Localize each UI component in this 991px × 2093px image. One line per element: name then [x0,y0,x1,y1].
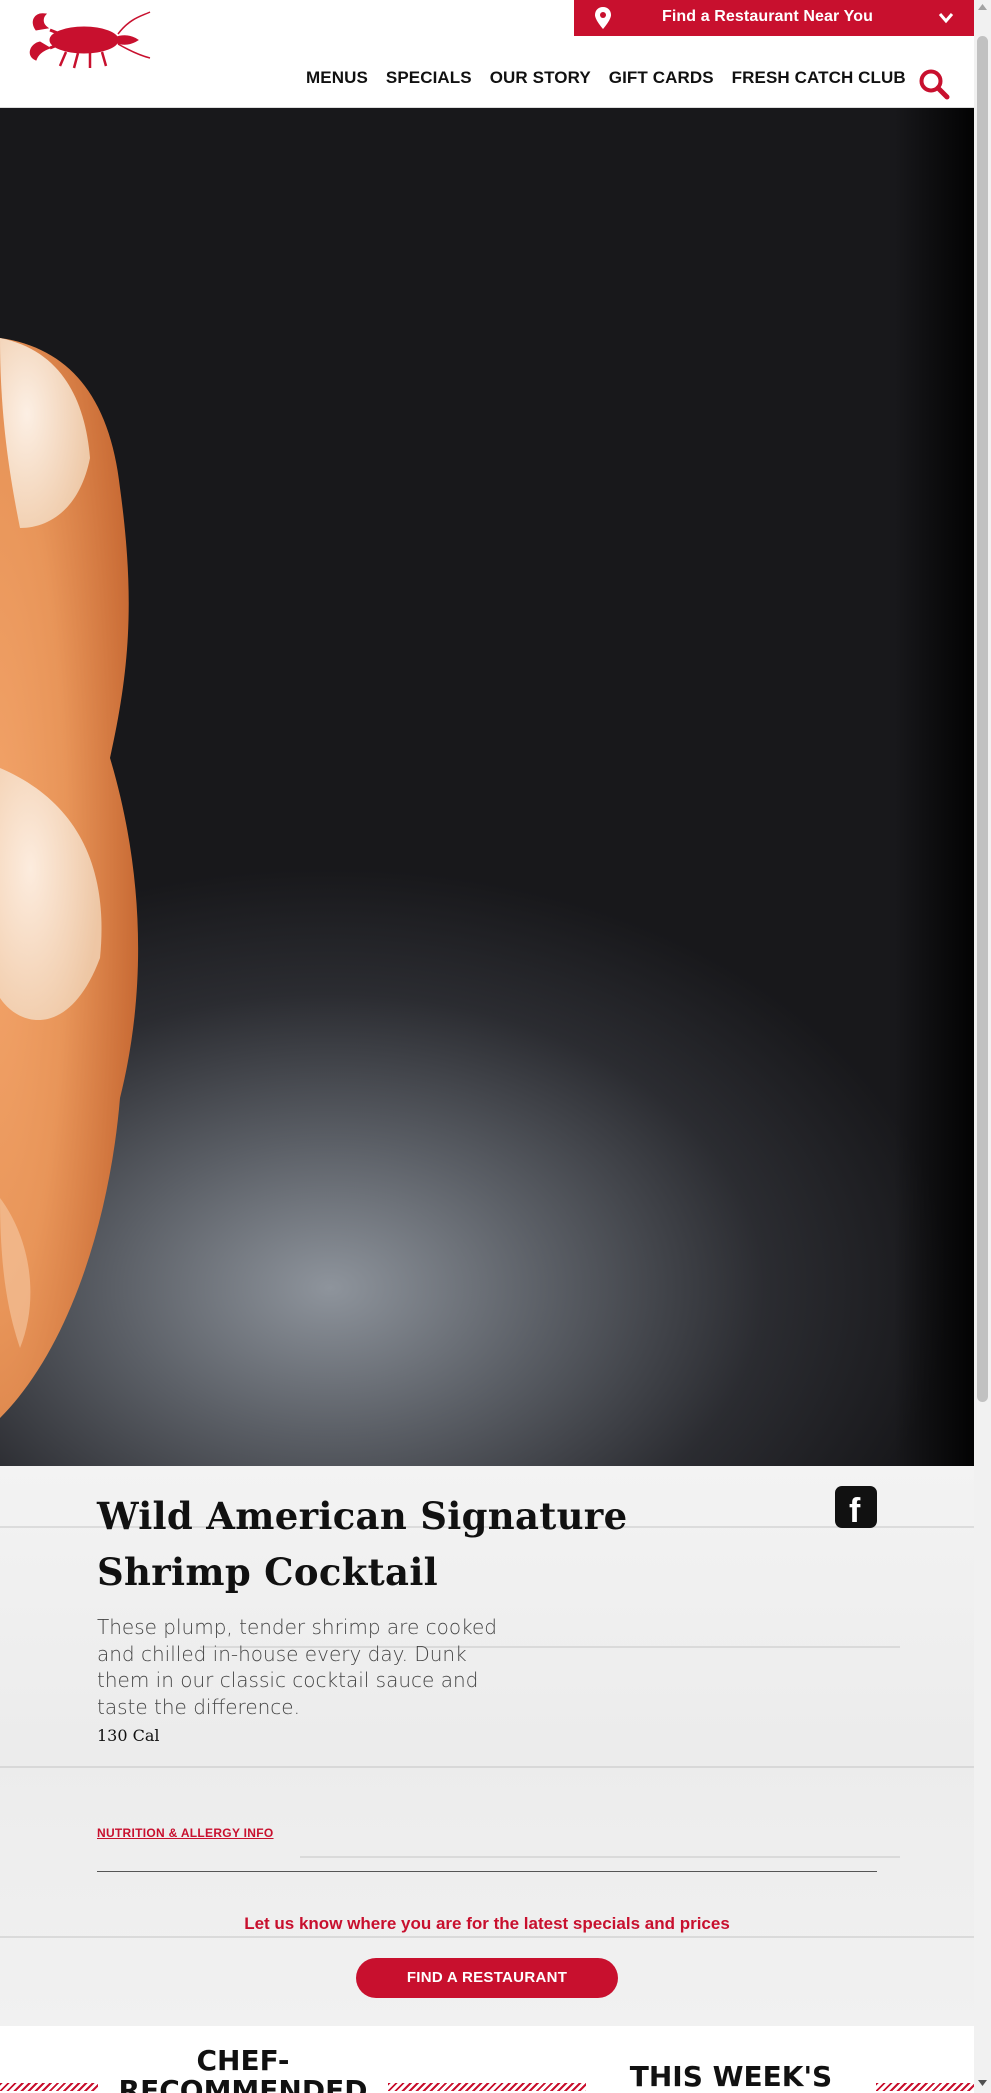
product-description: These plump, tender shrimp are cooked an… [97,1615,497,1719]
divider [97,1871,877,1872]
nav-gift-cards[interactable]: GIFT CARDS [609,68,714,88]
nutrition-allergy-link[interactable]: NUTRITION & ALLERGY INFO [97,1826,274,1840]
stripe-divider [0,2083,98,2091]
product-panel: Wild American Signature Shrimp Cocktail … [0,1466,974,2026]
wood-texture [300,1856,900,1858]
scrollbar-thumb[interactable] [977,36,988,1402]
lobster-logo[interactable] [26,8,152,70]
scroll-down-arrow-icon[interactable] [978,2080,987,2086]
stripe-divider [876,2083,974,2091]
scroll-up-arrow-icon[interactable] [978,4,987,10]
wood-texture [0,1766,974,1768]
nav-specials[interactable]: SPECIALS [386,68,472,88]
wood-texture [0,1936,974,1938]
site-header: Find a Restaurant Near You MENUS SPECIAL… [0,0,974,108]
featured-sections: CHEF- RECOMMENDED THIS WEEK'S [0,2026,974,2093]
find-restaurant-bar[interactable]: Find a Restaurant Near You [574,0,974,36]
find-restaurant-button[interactable]: FIND A RESTAURANT [356,1958,618,1998]
this-weeks-heading: THIS WEEK'S [629,2060,833,2093]
product-title: Wild American Signature Shrimp Cocktail [97,1494,628,1594]
find-restaurant-label: Find a Restaurant Near You [662,8,873,25]
hero-image [0,108,974,1466]
nav-fresh-catch-club[interactable]: FRESH CATCH CLUB [732,68,906,88]
stripe-divider [388,2083,586,2091]
chef-recommended-heading: CHEF- RECOMMENDED [118,2044,368,2093]
calorie-count: 130 Cal [97,1726,160,1745]
nav-our-story[interactable]: OUR STORY [490,68,591,88]
main-nav: MENUS SPECIALS OUR STORY GIFT CARDS FRES… [306,68,924,88]
nav-menus[interactable]: MENUS [306,68,368,88]
search-icon[interactable] [918,68,950,100]
shrimp-photo [0,338,139,1418]
locate-prompt: Let us know where you are for the latest… [244,1914,730,1933]
chevron-down-icon[interactable] [938,11,954,25]
hero-vignette [894,108,974,1466]
facebook-icon[interactable]: f [835,1486,877,1530]
location-pin-icon [595,7,611,29]
